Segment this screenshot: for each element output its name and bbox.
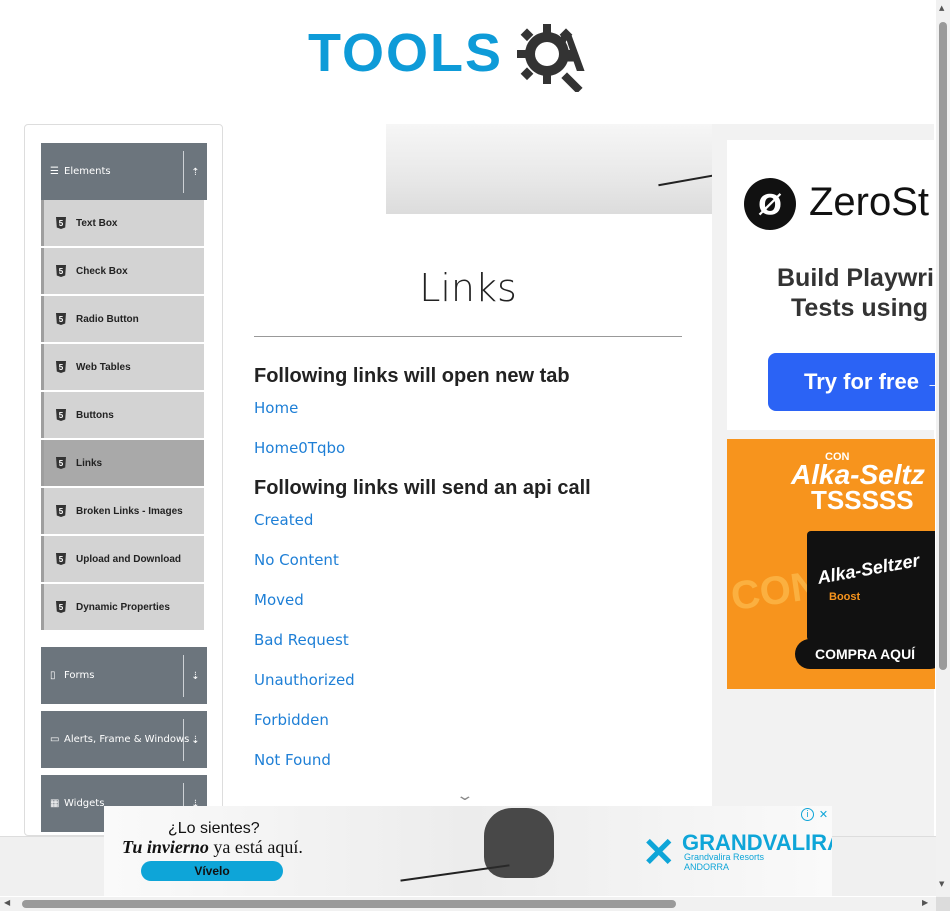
zerostep-line2: Tests using <box>791 294 929 322</box>
chevron-down-icon: ⌄ <box>455 788 475 804</box>
sidebar-item-dynamic-properties[interactable]: 5 Dynamic Properties <box>41 584 204 630</box>
html5-icon: 5 <box>56 601 66 613</box>
sidebar-item-broken-links[interactable]: 5 Broken Links - Images <box>41 488 204 534</box>
top-banner-ad[interactable] <box>386 124 712 214</box>
ski-pole-graphic <box>658 173 712 187</box>
hamburger-icon: ☰ <box>50 166 59 177</box>
scroll-down-icon[interactable]: ▼ <box>939 880 944 888</box>
alka-product-box: Alka-Seltzer Boost <box>807 531 935 641</box>
scroll-left-icon[interactable]: ◀ <box>4 898 10 907</box>
skier-image <box>484 808 554 878</box>
sidebar-item-radio-button[interactable]: 5 Radio Button <box>41 296 204 342</box>
link-unauthorized[interactable]: Unauthorized <box>254 671 355 689</box>
zerostep-cta-button[interactable]: Try for free → <box>768 353 935 411</box>
ad-line2-em: Tu invierno <box>122 837 209 857</box>
link-created[interactable]: Created <box>254 511 313 529</box>
link-forbidden[interactable]: Forbidden <box>254 711 329 729</box>
grid-icon: ▦ <box>50 798 60 809</box>
html5-icon: 5 <box>56 265 66 277</box>
page-title: Links <box>419 266 517 310</box>
group-label: Alerts, Frame & Windows <box>64 734 190 745</box>
sidebar-item-upload-download[interactable]: 5 Upload and Download <box>41 536 204 582</box>
group-header-elements[interactable]: ☰ Elements ⇡ <box>41 143 207 200</box>
grandvalira-logo-icon: ✕ <box>642 831 676 875</box>
sidebar-item-buttons[interactable]: 5 Buttons <box>41 392 204 438</box>
scrollbar-corner <box>936 897 950 911</box>
sidebar-item-web-tables[interactable]: 5 Web Tables <box>41 344 204 390</box>
toolsqa-logo[interactable]: TOOLS A <box>308 14 632 92</box>
ad-line2: Tu invierno ya está aquí. <box>122 837 303 858</box>
html5-icon: 5 <box>56 313 66 325</box>
html5-icon: 5 <box>56 409 66 421</box>
sidebar-item-label: Links <box>76 457 103 469</box>
horizontal-scrollbar[interactable]: ◀ ▶ <box>0 897 936 911</box>
html5-icon: 5 <box>56 505 66 517</box>
zerostep-ad[interactable]: Ø ZeroSt Build Playwri Tests using Try f… <box>727 140 935 430</box>
sidebar-item-label: Check Box <box>76 265 128 277</box>
sidebar-item-label: Web Tables <box>76 361 131 373</box>
sidebar-item-label: Radio Button <box>76 313 139 325</box>
ad-line1: ¿Lo sientes? <box>168 820 260 837</box>
sidebar-item-text-box[interactable]: 5 Text Box <box>41 200 204 246</box>
alka-cta-button[interactable]: COMPRA AQUÍ <box>795 639 935 669</box>
collapse-up-icon[interactable]: ⇡ <box>183 151 207 193</box>
sidebar-item-label: Text Box <box>76 217 118 229</box>
expand-down-icon[interactable]: ⇣ <box>183 655 207 697</box>
title-divider <box>254 336 682 337</box>
sidebar-item-label: Upload and Download <box>76 553 181 565</box>
ad-sub-line2: ANDORRA <box>684 862 730 872</box>
group-label: Forms <box>64 670 95 681</box>
elements-menu-list: 5 Text Box 5 Check Box 5 Radio Button 5 Web … <box>41 200 204 632</box>
expand-down-icon[interactable]: ⇣ <box>183 719 207 761</box>
alka-seltzer-ad[interactable]: CON Alka-Seltz TSSSSS CON Alka-Seltzer B… <box>727 439 935 689</box>
sidebar-item-check-box[interactable]: 5 Check Box <box>41 248 204 294</box>
section-heading-api-call: Following links will send an api call <box>254 477 591 499</box>
link-no-content[interactable]: No Content <box>254 551 339 569</box>
bottom-banner-ad[interactable]: ¿Lo sientes? Tu invierno ya está aquí. V… <box>104 806 832 896</box>
ad-sub-line1: Grandvalira Resorts <box>684 852 765 862</box>
scroll-right-icon[interactable]: ▶ <box>922 898 928 907</box>
html5-icon: 5 <box>56 361 66 373</box>
gear-magnifier-icon <box>517 24 583 92</box>
zerostep-brand: ZeroSt <box>809 180 930 224</box>
sidebar: ☰ Elements ⇡ 5 Text Box 5 Check Box 5 Radio… <box>24 124 223 836</box>
zerostep-logo-icon: Ø <box>744 178 796 230</box>
link-home[interactable]: Home <box>254 399 298 417</box>
group-header-alerts[interactable]: ▭ Alerts, Frame & Windows ⇣ <box>41 711 207 768</box>
html5-icon: 5 <box>56 457 66 469</box>
vertical-scroll-thumb[interactable] <box>939 22 947 670</box>
scroll-up-icon[interactable]: ▲ <box>939 4 944 12</box>
sidebar-item-links[interactable]: 5 Links <box>41 440 204 486</box>
section-heading-new-tab: Following links will open new tab <box>254 365 570 387</box>
sidebar-item-label: Broken Links - Images <box>76 505 183 517</box>
ad-info-icon[interactable]: i <box>801 808 814 821</box>
link-home-dynamic[interactable]: Home0Tqbo <box>254 439 345 457</box>
window-icon: ▭ <box>50 734 60 745</box>
html5-icon: 5 <box>56 553 66 565</box>
group-label: Widgets <box>64 798 105 809</box>
alka-box-label: Alka-Seltzer <box>815 550 921 588</box>
vertical-scrollbar[interactable]: ▲ ▼ <box>936 0 950 897</box>
group-header-forms[interactable]: ▯ Forms ⇣ <box>41 647 207 704</box>
zerostep-line1: Build Playwri <box>777 264 934 292</box>
sidebar-item-label: Dynamic Properties <box>76 601 170 613</box>
document-icon: ▯ <box>50 670 56 681</box>
html5-icon: 5 <box>56 217 66 229</box>
horizontal-scroll-thumb[interactable] <box>22 900 676 908</box>
ad-sub: Grandvalira Resorts ANDORRA <box>684 852 764 872</box>
alka-box-sub: Boost <box>829 591 861 603</box>
sidebar-item-label: Buttons <box>76 409 114 421</box>
link-bad-request[interactable]: Bad Request <box>254 631 349 649</box>
logo-text-tools: TOOLS <box>308 23 504 83</box>
link-not-found[interactable]: Not Found <box>254 751 331 769</box>
ad-close-icon[interactable]: ✕ <box>817 808 830 821</box>
ad-cta-button[interactable]: Vívelo <box>141 861 283 881</box>
group-label: Elements <box>64 166 111 177</box>
link-moved[interactable]: Moved <box>254 591 304 609</box>
ad-line2-rest: ya está aquí. <box>208 837 303 857</box>
alka-tss: TSSSSS <box>811 485 914 515</box>
